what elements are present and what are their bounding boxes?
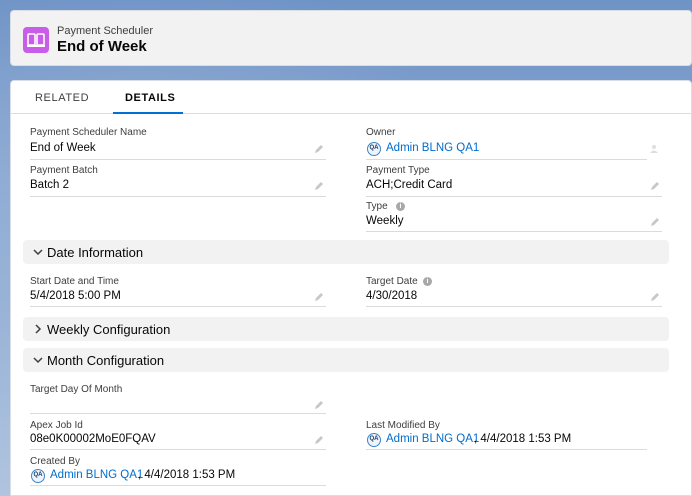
payment-type-value: ACH;Credit Card — [366, 179, 453, 191]
tab-details[interactable]: DETAILS — [125, 92, 175, 104]
payment-batch-value: Batch 2 — [30, 179, 69, 191]
field-divider — [30, 449, 326, 450]
payment-scheduler-icon — [23, 27, 49, 53]
created-by-label: Created By — [30, 456, 81, 467]
apex-job-value: 08e0K00002MoE0FQAV — [30, 433, 156, 445]
field-divider — [366, 449, 647, 450]
user-avatar-icon: QA — [367, 433, 381, 447]
field-divider — [366, 231, 662, 232]
chevron-down-icon — [33, 249, 43, 256]
section-weekly-configuration[interactable]: Weekly Configuration — [23, 317, 669, 341]
edit-pencil-icon[interactable] — [650, 217, 660, 227]
section-date-information[interactable]: Date Information — [23, 240, 669, 264]
info-icon[interactable]: i — [396, 202, 405, 211]
field-divider — [30, 413, 326, 414]
last-modified-label: Last Modified By — [366, 420, 440, 431]
tab-bar: RELATED DETAILS — [11, 81, 691, 114]
field-divider — [30, 485, 326, 486]
section-month-configuration[interactable]: Month Configuration — [23, 348, 669, 372]
record-title: End of Week — [57, 38, 147, 55]
target-date-value: 4/30/2018 — [366, 290, 418, 302]
detail-card: RELATED DETAILS Payment Scheduler Name E… — [10, 80, 692, 496]
chevron-down-icon — [33, 357, 43, 364]
created-by-date: , 4/4/2018 1:53 PM — [138, 469, 236, 481]
owner-label: Owner — [366, 127, 396, 138]
section-title: Month Configuration — [47, 353, 165, 368]
field-divider — [366, 159, 647, 160]
payment-type-label: Payment Type — [366, 165, 430, 176]
created-by-user-link[interactable]: Admin BLNG QA1 — [50, 469, 143, 481]
target-day-label: Target Day Of Month — [30, 384, 123, 395]
field-divider — [366, 196, 662, 197]
field-divider — [30, 196, 326, 197]
edit-pencil-icon[interactable] — [314, 292, 324, 302]
record-header: Payment Scheduler End of Week — [10, 10, 692, 66]
user-avatar-icon: QA — [367, 142, 381, 156]
change-owner-icon[interactable] — [650, 144, 660, 154]
edit-pencil-icon[interactable] — [314, 400, 324, 410]
start-date-value: 5/4/2018 5:00 PM — [30, 290, 121, 302]
edit-pencil-icon[interactable] — [314, 435, 324, 445]
section-title: Date Information — [47, 245, 144, 260]
active-tab-indicator — [113, 112, 183, 114]
object-type-label: Payment Scheduler — [57, 25, 153, 37]
user-avatar-icon: QA — [31, 469, 45, 483]
section-title: Weekly Configuration — [47, 322, 171, 337]
edit-pencil-icon[interactable] — [314, 144, 324, 154]
edit-pencil-icon[interactable] — [650, 292, 660, 302]
field-divider — [30, 159, 326, 160]
apex-job-label: Apex Job Id — [30, 420, 83, 431]
target-date-label: Target Date — [366, 276, 418, 287]
field-divider — [30, 306, 326, 307]
field-divider — [366, 306, 662, 307]
type-label: Type — [366, 201, 388, 212]
last-modified-user-link[interactable]: Admin BLNG QA1 — [386, 433, 479, 445]
type-value: Weekly — [366, 215, 404, 227]
start-date-label: Start Date and Time — [30, 276, 119, 287]
edit-pencil-icon[interactable] — [314, 181, 324, 191]
payment-batch-label: Payment Batch — [30, 165, 98, 176]
tab-related[interactable]: RELATED — [35, 92, 89, 104]
edit-pencil-icon[interactable] — [650, 181, 660, 191]
info-icon[interactable]: i — [423, 277, 432, 286]
owner-link[interactable]: Admin BLNG QA1 — [386, 142, 479, 154]
scheduler-name-label: Payment Scheduler Name — [30, 127, 147, 138]
chevron-right-icon — [35, 324, 42, 334]
last-modified-date: , 4/4/2018 1:53 PM — [474, 433, 572, 445]
scheduler-name-value: End of Week — [30, 142, 96, 154]
